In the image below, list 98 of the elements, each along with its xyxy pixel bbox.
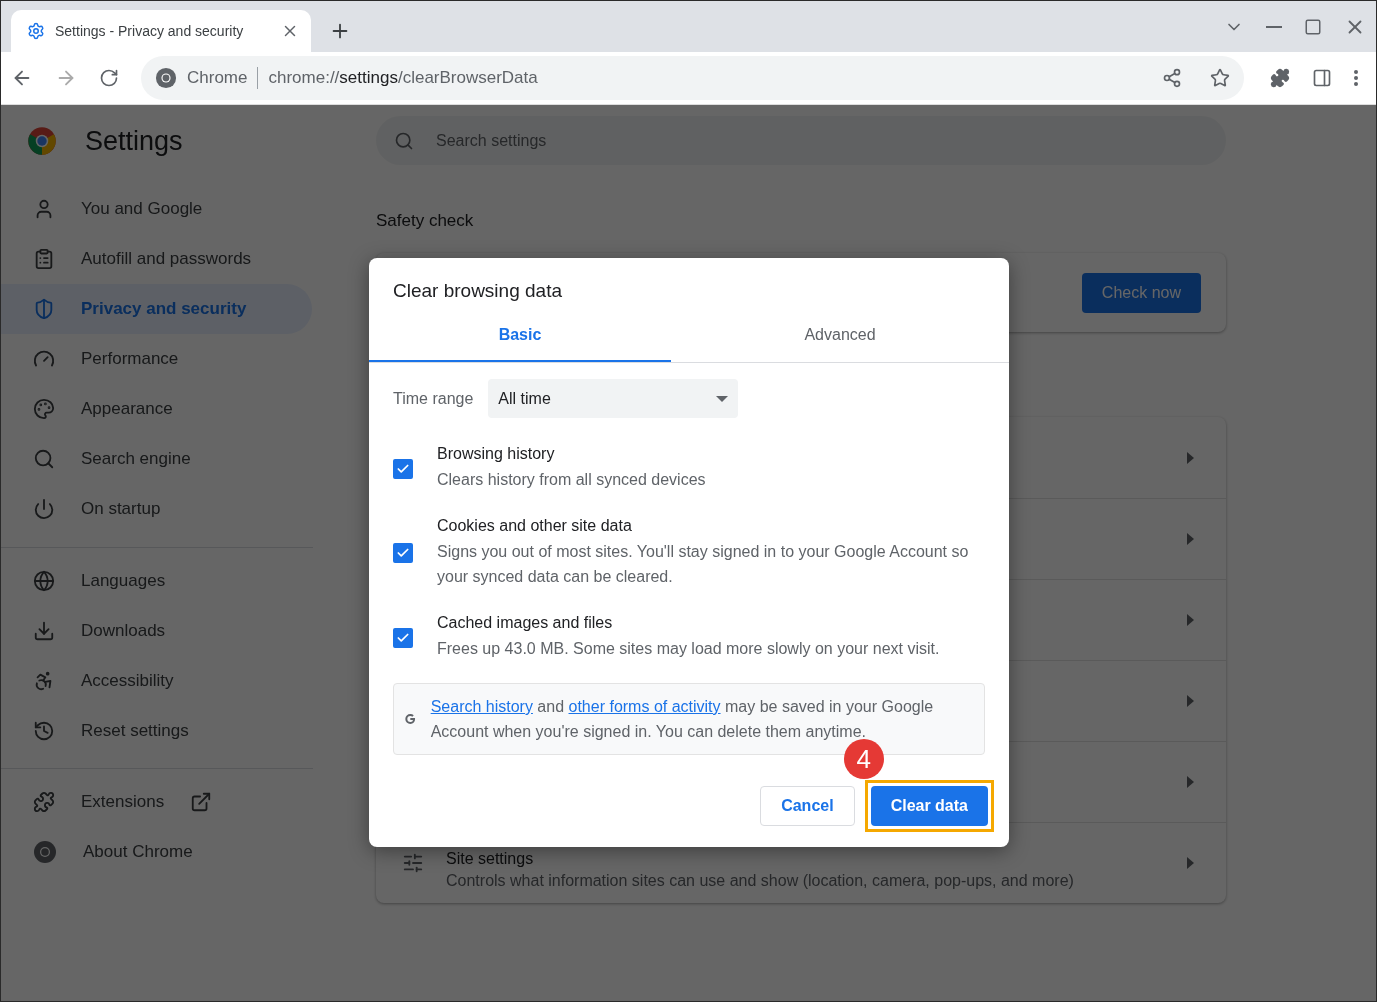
- power-icon: [33, 498, 55, 520]
- expand-arrow-icon: [1187, 533, 1194, 545]
- reload-icon: [99, 68, 119, 88]
- expand-arrow-icon: [1187, 451, 1194, 464]
- sidebar-label: Accessibility: [81, 671, 174, 691]
- option-description: Signs you out of most sites. You'll stay signed in to your Google Account so your synced data can be cleared.: [437, 542, 970, 587]
- step-badge: 4: [843, 739, 884, 779]
- sidebar-label: Languages: [81, 571, 166, 591]
- checkbox[interactable]: [393, 543, 413, 563]
- notice-link[interactable]: other forms of activity: [568, 698, 721, 715]
- chrome-logo-icon: [27, 126, 57, 156]
- sidebar-label: Appearance: [81, 399, 173, 419]
- sidebar-item[interactable]: Appearance: [1, 384, 312, 434]
- option-title: Cookies and other site data: [437, 517, 633, 535]
- sidebar-label: On startup: [81, 499, 161, 519]
- expand-arrow-icon: [1187, 857, 1194, 869]
- address-bar[interactable]: Chrome chrome://settings/clearBrowserData: [141, 56, 1244, 100]
- sidebar-item[interactable]: Accessibility: [1, 656, 312, 706]
- option-description: Clears history from all synced devices: [437, 470, 706, 490]
- download-icon: [33, 620, 55, 642]
- bookmark-button[interactable]: [1210, 68, 1230, 88]
- puzzle-icon: [1270, 68, 1290, 88]
- sidebar-item[interactable]: Languages: [1, 556, 312, 606]
- option-title: Browsing history: [437, 445, 556, 463]
- clear-data-button[interactable]: Clear data: [870, 786, 988, 826]
- star-icon: [1210, 68, 1230, 88]
- extensions-button[interactable]: [1270, 68, 1290, 88]
- sidebar-item[interactable]: About Chrome: [1, 827, 312, 877]
- dropdown-caret-icon: [716, 395, 729, 402]
- side-panel-icon: [1312, 68, 1332, 88]
- notice-link[interactable]: Search history: [430, 698, 533, 715]
- check-now-button[interactable]: Check now: [1081, 272, 1201, 313]
- sidebar-item[interactable]: You and Google: [1, 184, 312, 234]
- option-title: Cached images and files: [437, 614, 614, 632]
- palette-icon: [33, 398, 55, 420]
- globe-icon: [33, 570, 55, 592]
- notice-text: Search history and other forms of activity may be saved in your Google Account when you're signed in. You can delete them anytime.: [430, 697, 935, 742]
- expand-arrow-icon: [1187, 695, 1194, 707]
- menu-button[interactable]: [1354, 70, 1358, 86]
- settings-title: Settings: [85, 125, 183, 157]
- minimize-button[interactable]: [1266, 25, 1282, 28]
- tab-title: Settings - Privacy and security: [55, 23, 245, 39]
- sidebar-item[interactable]: Downloads: [1, 606, 312, 656]
- reload-button[interactable]: [99, 68, 119, 88]
- sidebar-item[interactable]: Privacy and security: [1, 284, 312, 334]
- row-title: Site settings: [446, 850, 535, 868]
- sidebar-label: About Chrome: [83, 842, 193, 862]
- sliders-icon: [402, 852, 424, 874]
- dialog-title: Clear browsing data: [392, 279, 563, 303]
- sidebar-item[interactable]: Extensions: [1, 777, 312, 827]
- dialog-tab[interactable]: Basic: [369, 309, 671, 362]
- option-description: Frees up 43.0 MB. Some sites may load more slowly on your next visit.: [437, 639, 940, 659]
- dialog-tab[interactable]: Advanced: [671, 309, 1009, 362]
- sidebar-label: Downloads: [81, 621, 166, 641]
- side-panel-button[interactable]: [1312, 68, 1332, 88]
- sidebar-label: Search engine: [81, 449, 191, 469]
- url-text: chrome://settings/clearBrowserData: [268, 68, 539, 88]
- sidebar-label: You and Google: [81, 199, 203, 219]
- shield-icon: [33, 298, 55, 320]
- search-icon: [394, 130, 414, 151]
- expand-arrow-icon: [1187, 614, 1194, 626]
- search-placeholder: Search settings: [436, 131, 547, 150]
- maximize-button[interactable]: [1304, 17, 1322, 36]
- section-heading: Safety check: [376, 211, 475, 231]
- row-description: Controls what information sites can use and show (location, camera, pop-ups, and more): [446, 872, 1075, 890]
- expand-arrow-icon: [1187, 776, 1194, 788]
- maximize-icon: [1304, 17, 1322, 36]
- sidebar-item[interactable]: Autofill and passwords: [1, 234, 312, 284]
- sidebar-item[interactable]: Search engine: [1, 434, 312, 484]
- site-label: Chrome: [187, 68, 248, 88]
- sidebar-item[interactable]: On startup: [1, 484, 312, 534]
- sidebar-item[interactable]: Reset settings: [1, 706, 312, 756]
- sidebar-label: Performance: [81, 349, 179, 369]
- checkbox[interactable]: [393, 458, 413, 479]
- chrome-logo-icon: [33, 840, 57, 864]
- clipboard-icon: [33, 248, 55, 270]
- sidebar-label: Reset settings: [81, 721, 189, 741]
- puzzle-icon: [33, 791, 55, 813]
- browser-tab[interactable]: Settings - Privacy and security: [11, 10, 311, 52]
- sidebar-label: Extensions: [81, 792, 165, 812]
- chrome-logo-icon: [155, 67, 177, 89]
- share-icon: [1162, 68, 1182, 88]
- cancel-button[interactable]: Cancel: [760, 786, 855, 826]
- settings-icon: [27, 22, 45, 40]
- menu-icon: [1354, 70, 1358, 86]
- sidebar-item[interactable]: Performance: [1, 334, 312, 384]
- search-field[interactable]: Search settings: [376, 116, 1226, 165]
- sidebar-label: Privacy and security: [81, 299, 247, 319]
- time-range-label: Time range: [393, 389, 474, 408]
- time-range-select[interactable]: All time: [488, 379, 739, 418]
- sidebar-label: Autofill and passwords: [81, 249, 252, 269]
- external-link-icon: [190, 791, 213, 813]
- share-button[interactable]: [1162, 68, 1182, 88]
- search-icon: [33, 448, 55, 470]
- checkbox[interactable]: [393, 627, 413, 648]
- minimize-icon: [1266, 25, 1282, 28]
- history-icon: [33, 720, 55, 742]
- checkmark-icon: [396, 546, 410, 560]
